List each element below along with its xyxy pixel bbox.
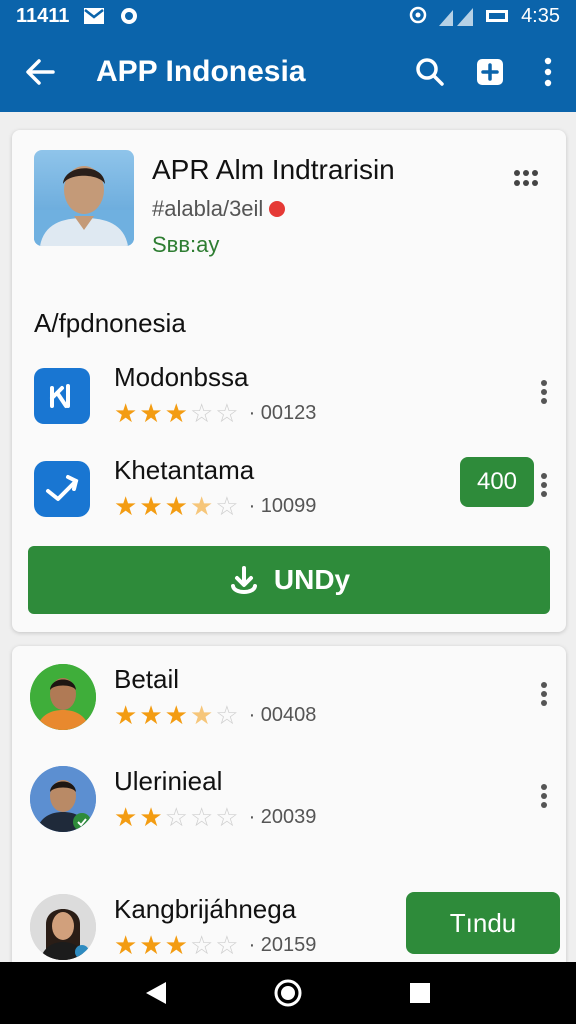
- profile-handle: #alabla/3eil: [152, 196, 286, 222]
- download-icon: [230, 566, 257, 594]
- follow-button[interactable]: Tındu: [406, 892, 560, 954]
- square-recents-icon: [410, 983, 430, 1003]
- app-icon: [34, 368, 90, 424]
- download-button[interactable]: UNDy: [28, 546, 550, 614]
- avatar: [30, 766, 96, 832]
- star-full-icon: ★: [139, 802, 163, 832]
- more-horiz-icon: [514, 170, 538, 186]
- star-full-icon: ★: [114, 491, 138, 521]
- profile-header: APR Alm Indtrarisin #alabla/3eil Sвв:ay: [34, 150, 544, 270]
- star-empty-icon: ☆: [215, 700, 239, 730]
- star-empty-icon: ☆: [189, 802, 214, 832]
- star-empty-icon: ☆: [189, 398, 214, 428]
- star-rating: ★ ★ ☆ ☆ ☆ · 20039: [114, 804, 316, 830]
- profile-name: APR Alm Indtrarisin: [152, 154, 395, 185]
- list-item[interactable]: Betail ★ ★ ★ ★ ☆ · 00408: [30, 664, 554, 744]
- count-badge[interactable]: 400: [460, 457, 534, 507]
- battery-icon: [485, 7, 511, 25]
- star-full-icon: ★: [164, 930, 188, 960]
- back-arrow-icon: [26, 59, 55, 85]
- triangle-back-icon: [146, 982, 166, 1004]
- circle-home-icon: [274, 979, 302, 1007]
- item-menu-button[interactable]: [534, 465, 554, 505]
- more-vert-icon: [541, 473, 547, 497]
- item-menu-button[interactable]: [534, 674, 554, 714]
- rating-count: · 20039: [248, 805, 317, 828]
- more-vert-icon: [544, 57, 552, 87]
- app-bar: APP Indonesia: [0, 32, 576, 112]
- more-vert-icon: [541, 784, 547, 808]
- more-vert-icon: [541, 682, 547, 706]
- star-full-icon: ★: [114, 700, 138, 730]
- rating-count: · 20159: [248, 933, 317, 956]
- signal-icon: [439, 6, 475, 26]
- search-icon: [416, 58, 444, 86]
- star-rating: ★ ★ ★ ☆ ☆ · 00123: [114, 400, 316, 426]
- app-name: Khetantama: [114, 455, 255, 485]
- star-full-icon: ★: [114, 930, 138, 960]
- star-full-icon: ★: [139, 700, 163, 730]
- page-title: APP Indonesia: [96, 55, 306, 88]
- list-item[interactable]: Khetantama ★ ★ ★ ★ ☆ · 10099 400: [34, 455, 554, 535]
- star-empty-icon: ☆: [215, 491, 239, 521]
- person-name: Ulerinieal: [114, 766, 223, 796]
- star-full-icon: ★: [114, 802, 138, 832]
- more-vert-icon: [541, 380, 547, 404]
- profile-status: Sвв:ay: [152, 232, 220, 257]
- star-half-icon: ★: [189, 700, 214, 730]
- star-full-icon: ★: [164, 398, 188, 428]
- download-button-label: UNDy: [273, 564, 351, 595]
- people-card: Betail ★ ★ ★ ★ ☆ · 00408 Ulerinieal ★ ★ ☆ ☆ ☆ · 20…: [12, 646, 566, 976]
- star-empty-icon: ☆: [215, 930, 239, 960]
- star-half-icon: ★: [189, 491, 214, 521]
- nav-recents-button[interactable]: [390, 968, 450, 1018]
- rating-count: · 00123: [248, 401, 317, 424]
- item-menu-button[interactable]: [534, 372, 554, 412]
- star-full-icon: ★: [114, 398, 138, 428]
- rating-count: · 00408: [248, 703, 317, 726]
- person-name: Kangbrijáhnega: [114, 894, 297, 924]
- app-name: Modonbssa: [114, 362, 249, 392]
- add-button[interactable]: [460, 32, 520, 112]
- system-nav-bar: [0, 962, 576, 1024]
- status-time: 11411: [16, 4, 70, 27]
- app-icon: [34, 461, 90, 517]
- mail-icon: [83, 7, 105, 25]
- person-name: Betail: [114, 664, 180, 694]
- notification-icon: [119, 6, 139, 26]
- profile-menu-button[interactable]: [508, 160, 544, 196]
- nav-home-button[interactable]: [258, 968, 318, 1018]
- search-button[interactable]: [400, 32, 460, 112]
- status-bar: 11411 4:35: [0, 0, 576, 32]
- star-empty-icon: ☆: [189, 930, 214, 960]
- app-card: APR Alm Indtrarisin #alabla/3eil Sвв:ay …: [12, 130, 566, 632]
- list-item[interactable]: Modonbssa ★ ★ ★ ☆ ☆ · 00123: [34, 362, 554, 442]
- star-rating: ★ ★ ★ ★ ☆ · 00408: [114, 702, 316, 728]
- back-button[interactable]: [0, 32, 80, 112]
- verified-badge-icon: [269, 201, 286, 217]
- item-menu-button[interactable]: [534, 776, 554, 816]
- avatar: [30, 894, 96, 960]
- location-icon: [407, 6, 429, 26]
- star-rating: ★ ★ ★ ☆ ☆ · 20159: [114, 932, 316, 958]
- star-full-icon: ★: [164, 700, 188, 730]
- profile-photo: [34, 150, 134, 246]
- nav-back-button[interactable]: [126, 968, 186, 1018]
- star-full-icon: ★: [139, 491, 163, 521]
- overflow-menu-button[interactable]: [520, 32, 576, 112]
- avatar: [30, 664, 96, 730]
- star-full-icon: ★: [139, 930, 163, 960]
- star-empty-icon: ☆: [164, 802, 188, 832]
- section-title: A/fpdnonesia: [34, 308, 186, 338]
- list-item[interactable]: Ulerinieal ★ ★ ☆ ☆ ☆ · 20039: [30, 766, 554, 846]
- star-empty-icon: ☆: [215, 398, 239, 428]
- rating-count: · 10099: [248, 494, 317, 517]
- status-time-right: 4:35: [521, 4, 560, 27]
- star-empty-icon: ☆: [215, 802, 239, 832]
- add-box-icon: [477, 59, 503, 85]
- star-full-icon: ★: [164, 491, 188, 521]
- profile-handle-text: #alabla/3eil: [152, 196, 264, 221]
- star-full-icon: ★: [139, 398, 163, 428]
- star-rating: ★ ★ ★ ★ ☆ · 10099: [114, 493, 316, 519]
